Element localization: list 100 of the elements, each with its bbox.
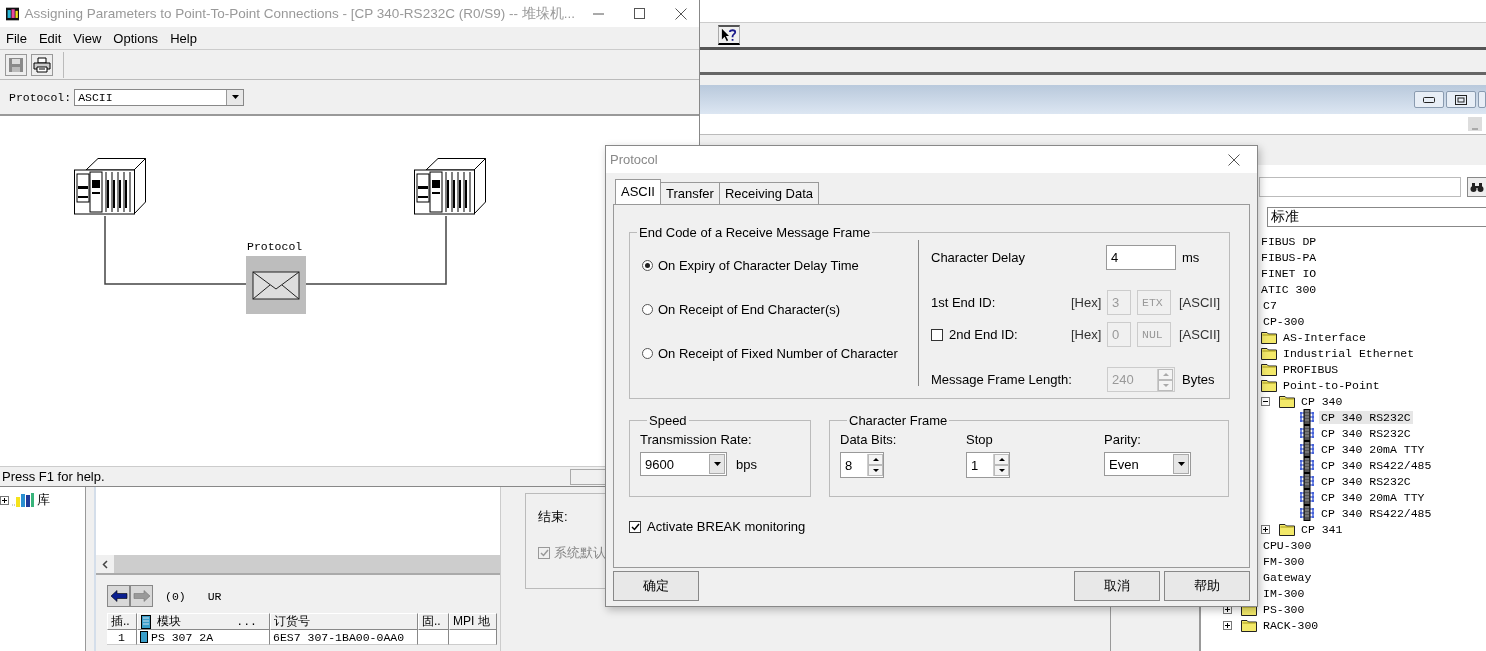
table-cell: 1 <box>107 630 137 645</box>
protocol-dropdown[interactable]: ASCII <box>74 88 245 106</box>
radio-label: On Receipt of End Character(s) <box>658 302 841 317</box>
envelope-icon[interactable] <box>246 256 306 314</box>
collapse-icon[interactable] <box>1261 396 1270 406</box>
tree-item[interactable]: Gateway <box>1261 570 1314 584</box>
tree-item[interactable]: AS-Interface <box>1281 330 1368 344</box>
minimize-button[interactable] <box>1414 91 1444 108</box>
field-label: Data Bits: <box>840 432 898 447</box>
expand-icon[interactable] <box>1223 620 1232 630</box>
folder-icon <box>1261 362 1277 376</box>
profile-field[interactable]: 标准 <box>1267 207 1486 227</box>
spin-field[interactable]: 8 <box>840 452 884 478</box>
close-icon <box>1228 153 1240 166</box>
input-field[interactable]: 4 <box>1106 245 1176 270</box>
module-icon <box>1299 409 1315 425</box>
tree-item[interactable]: PROFIBUS <box>1281 362 1341 376</box>
module-icon <box>1299 441 1315 457</box>
ok-button[interactable]: 确定 <box>613 571 699 601</box>
dialog-button[interactable]: 帮助 <box>1164 571 1250 601</box>
tree-item[interactable]: C7 <box>1261 298 1279 312</box>
tree-item[interactable]: CP 340 <box>1299 394 1345 408</box>
down-arrow-icon <box>872 469 879 472</box>
rate-dropdown[interactable]: 9600 <box>640 452 727 476</box>
dialog-button[interactable]: 取消 <box>1074 571 1160 601</box>
find-button[interactable] <box>1467 177 1486 197</box>
column-header[interactable]: MPI 地 <box>449 613 497 630</box>
caret-icon <box>1177 462 1185 466</box>
radio-button[interactable] <box>642 304 653 315</box>
column-header[interactable]: 固.. <box>418 613 449 630</box>
spin-field[interactable]: 1 <box>966 452 1010 478</box>
tree-item[interactable]: CP 340 RS422/485 <box>1319 458 1434 472</box>
search-field[interactable] <box>1259 177 1462 197</box>
tree-item[interactable]: 库 <box>37 491 50 509</box>
module-icon <box>1299 505 1315 521</box>
tab[interactable]: Receiving Data <box>718 182 820 204</box>
end-label: 结束: <box>538 508 569 526</box>
field-label: Character Delay <box>931 250 1026 265</box>
tree-item[interactable]: CP 340 RS232C <box>1319 474 1413 488</box>
tree-item[interactable]: RACK-300 <box>1261 618 1321 632</box>
table-cell: PS 307 2A <box>151 630 214 644</box>
up-arrow-icon <box>998 458 1005 461</box>
tree-item[interactable]: CP 340 20mA TTY <box>1319 490 1427 504</box>
menu-item[interactable]: Help <box>164 30 203 46</box>
column-header[interactable]: 插.. <box>107 613 137 630</box>
tree-item[interactable]: IM-300 <box>1261 586 1307 600</box>
unit-label: [ASCII] <box>1179 327 1221 342</box>
menu-item[interactable]: View <box>67 30 108 46</box>
tree-item[interactable]: Point-to-Point <box>1281 378 1382 392</box>
radio-button[interactable] <box>642 348 653 359</box>
tree-item[interactable]: CP 341 <box>1299 522 1345 536</box>
radio-button[interactable] <box>642 260 653 271</box>
table-cell <box>418 630 449 645</box>
plc-drawing <box>74 158 146 216</box>
expand-icon[interactable] <box>1261 524 1270 534</box>
scrollbar[interactable] <box>96 555 500 573</box>
tree-item[interactable]: FIBUS DP <box>1259 234 1319 248</box>
print-button[interactable] <box>31 53 53 76</box>
back-button[interactable] <box>107 585 130 607</box>
tab[interactable]: ASCII <box>615 179 661 204</box>
column-header[interactable]: 模块 ... <box>137 613 270 630</box>
down-arrow-icon <box>1162 383 1169 387</box>
checkbox[interactable] <box>629 520 641 533</box>
help-button[interactable] <box>718 25 740 45</box>
tree-item[interactable]: FIBUS-PA <box>1259 250 1319 264</box>
tree-item[interactable]: Industrial Ethernet <box>1281 346 1417 360</box>
folder-icon <box>1279 394 1295 408</box>
parity-dropdown[interactable]: Even <box>1104 452 1191 476</box>
field-label: Stop <box>966 432 994 447</box>
unit-label: [Hex] <box>1071 327 1103 342</box>
menu-item[interactable]: Edit <box>32 30 68 46</box>
column-header[interactable]: 订货号 <box>270 613 418 630</box>
table-cell: 6ES7 307-1BA00-0AA0 <box>270 630 418 645</box>
app-icon <box>6 5 20 22</box>
tree-item[interactable]: CP-300 <box>1261 314 1307 328</box>
tree-item[interactable]: PS-300 <box>1261 602 1307 616</box>
tree-item[interactable]: FINET IO <box>1259 266 1319 280</box>
expand-icon[interactable] <box>0 495 9 505</box>
group-title: Speed <box>648 413 688 428</box>
module-icon <box>1299 473 1315 489</box>
menu-item[interactable]: Options <box>107 30 165 46</box>
radio-label: On Expiry of Character Delay Time <box>658 258 859 273</box>
column-label: 模块 <box>157 613 181 630</box>
tree-item[interactable]: ATIC 300 <box>1259 282 1319 296</box>
minimize-icon <box>1471 127 1479 131</box>
field-label: 2nd End ID: <box>949 327 1019 342</box>
tree-item[interactable]: FM-300 <box>1261 554 1307 568</box>
plc-drawing <box>414 158 486 216</box>
radio-label: On Receipt of Fixed Number of Character <box>658 346 898 361</box>
tree-item[interactable]: CP 340 RS232C <box>1319 426 1413 440</box>
status-text: Press F1 for help. <box>2 469 105 484</box>
books-icon <box>12 493 34 507</box>
tree-item[interactable]: CP 340 20mA TTY <box>1319 442 1427 456</box>
protocol-label: Protocol: <box>9 90 72 104</box>
tree-item[interactable]: CP 340 RS422/485 <box>1319 506 1434 520</box>
restore-button[interactable] <box>1446 91 1476 108</box>
tree-item[interactable]: CP 340 RS232C <box>1319 410 1413 424</box>
module-icon <box>1299 457 1315 473</box>
menu-item[interactable]: File <box>0 30 33 46</box>
tree-item[interactable]: CPU-300 <box>1261 538 1314 552</box>
